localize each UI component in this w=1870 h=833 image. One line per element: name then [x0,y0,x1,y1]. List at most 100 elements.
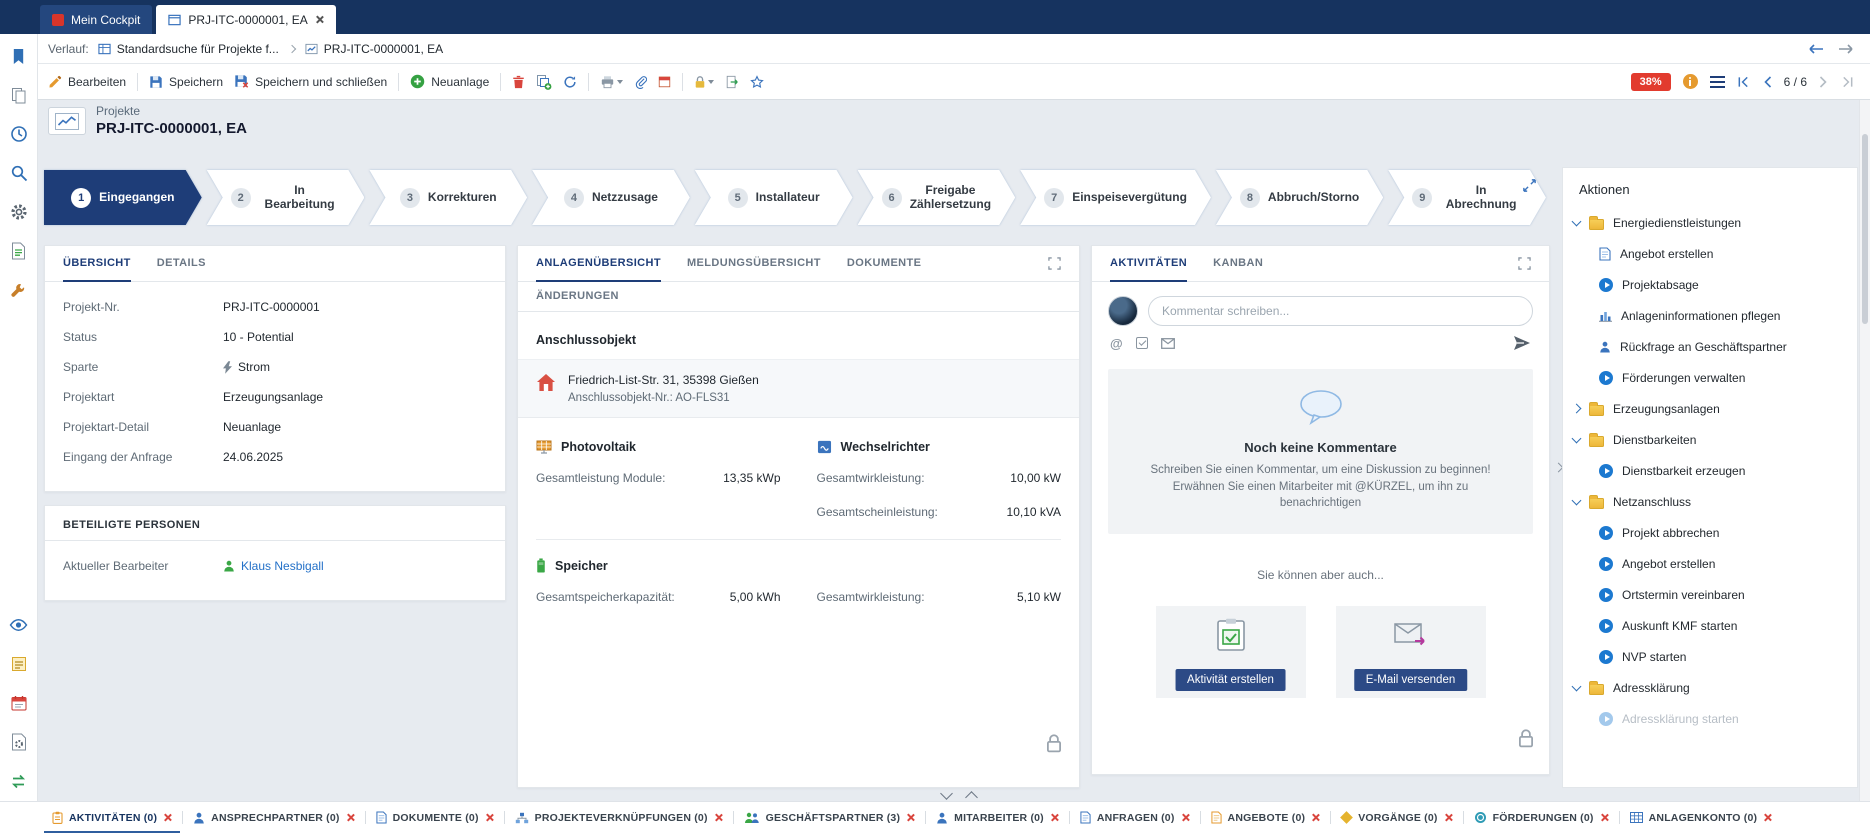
action-group-dienstbarkeiten[interactable]: Dienstbarkeiten [1563,424,1857,455]
create-activity-card[interactable]: Aktivität erstellen [1156,606,1306,698]
settings-icon[interactable] [8,202,30,222]
close-icon[interactable] [346,813,355,822]
step-korrekturen[interactable]: 3Korrekturen [369,170,527,225]
task-icon[interactable] [1136,337,1148,349]
tab-details[interactable]: DETAILS [157,247,206,282]
action-group-energiedienstleistungen[interactable]: Energiedienstleistungen [1563,207,1857,238]
scrollbar-thumb[interactable] [1862,134,1868,324]
save-close-button[interactable]: Speichern und schließen [234,74,387,89]
send-email-card[interactable]: E-Mail versenden [1336,606,1486,698]
calendar-icon[interactable] [8,693,30,713]
action-item[interactable]: NVP starten [1563,641,1857,672]
locked-indicator-icon[interactable] [1517,728,1535,748]
action-group-adressklaerung[interactable]: Adressklärung [1563,672,1857,703]
serial-letter-icon[interactable] [658,75,671,88]
action-group-erzeugungsanlagen[interactable]: Erzeugungsanlagen [1563,393,1857,424]
copy-new-icon[interactable] [536,74,552,90]
breadcrumb-search[interactable]: Standardsuche für Projekte f... [98,42,279,56]
bottom-tab-dokumente[interactable]: DOKUMENTE (0) [368,802,502,833]
delete-icon[interactable] [512,75,525,89]
action-item[interactable]: Angebot erstellen [1563,548,1857,579]
action-item[interactable]: Rückfrage an Geschäftspartner [1563,331,1857,362]
close-icon[interactable] [1311,813,1320,822]
step-eingegangen[interactable]: 1Eingegangen [44,170,202,225]
transfer-icon[interactable] [8,771,30,791]
tab-project-record[interactable]: PRJ-ITC-0000001, EA [156,5,335,34]
bottom-tab-projekteverknuepfungen[interactable]: PROJEKTEVERKNÜPFUNGEN (0) [507,802,731,833]
previous-record-icon[interactable] [1762,76,1772,88]
notes-icon[interactable] [8,654,30,674]
attachment-icon[interactable] [634,75,647,89]
vertical-scrollbar[interactable] [1859,100,1870,801]
tab-dokumente[interactable]: DOKUMENTE [847,247,922,282]
mention-icon[interactable] [1110,336,1123,351]
print-icon[interactable] [600,75,623,89]
document-icon[interactable] [8,241,30,261]
info-icon[interactable] [1683,74,1698,89]
close-icon[interactable] [906,813,915,822]
bottom-tab-foerderungen[interactable]: FÖRDERUNGEN (0) [1466,802,1617,833]
bottom-tab-anfragen[interactable]: ANFRAGEN (0) [1072,802,1198,833]
bottom-tab-aktivitaeten[interactable]: AKTIVITÄTEN (0) [44,802,180,833]
action-item[interactable]: Auskunft KMF starten [1563,610,1857,641]
action-item[interactable]: Anlageninformationen pflegen [1563,300,1857,331]
step-einspeiseverguetung[interactable]: 7Einspeisevergütung [1020,170,1211,225]
report-icon[interactable] [8,732,30,752]
send-email-button[interactable]: E-Mail versenden [1354,669,1467,691]
connection-object-address[interactable]: Friedrich-List-Str. 31, 35398 Gießen Ans… [518,360,1079,418]
step-abbruch-storno[interactable]: 8Abbruch/Storno [1216,170,1383,225]
next-record-icon[interactable] [1819,76,1829,88]
tab-uebersicht[interactable]: ÜBERSICHT [63,247,131,282]
refresh-icon[interactable] [563,75,577,89]
close-icon[interactable] [714,813,723,822]
bottom-tab-angebote[interactable]: ANGEBOTE (0) [1203,802,1329,833]
bottom-tab-ansprechpartner[interactable]: ANSPRECHPARTNER (0) [185,802,362,833]
expand-panel-icon[interactable] [1048,257,1061,270]
create-activity-button[interactable]: Aktivität erstellen [1175,669,1286,691]
current-editor-link[interactable]: Klaus Nesbigall [241,559,324,573]
close-icon[interactable] [1763,813,1772,822]
avatar[interactable] [1108,296,1138,326]
export-icon[interactable] [725,75,739,89]
first-record-icon[interactable] [1737,76,1750,88]
edit-button[interactable]: Bearbeiten [48,75,126,89]
search-icon[interactable] [8,163,30,183]
history-icon[interactable] [8,124,30,144]
tab-meldungsuebersicht[interactable]: MELDUNGSÜBERSICHT [687,247,821,282]
action-group-netzanschluss[interactable]: Netzanschluss [1563,486,1857,517]
save-button[interactable]: Speichern [149,75,223,89]
tab-mein-cockpit[interactable]: Mein Cockpit [40,5,152,34]
step-netzzusage[interactable]: 4Netzzusage [532,170,690,225]
tab-aenderungen[interactable]: ÄNDERUNGEN [536,283,619,312]
favorite-icon[interactable] [750,75,764,89]
mail-icon[interactable] [1161,338,1175,349]
bottom-tab-anlagenkonto[interactable]: ANLAGENKONTO (0) [1622,802,1781,833]
action-item[interactable]: Ortstermin vereinbaren [1563,579,1857,610]
close-icon[interactable] [1444,813,1453,822]
tab-anlagenuebersicht[interactable]: ANLAGENÜBERSICHT [536,247,661,282]
close-icon[interactable] [1050,813,1059,822]
step-in-bearbeitung[interactable]: 2In Bearbeitung [207,170,365,225]
expand-stepper-icon[interactable] [1522,178,1537,193]
action-item[interactable]: Projekt abbrechen [1563,517,1857,548]
action-item[interactable]: Förderungen verwalten [1563,362,1857,393]
tools-icon[interactable] [8,280,30,300]
action-item[interactable]: Angebot erstellen [1563,238,1857,269]
menu-icon[interactable] [1710,76,1725,88]
create-button[interactable]: Neuanlage [410,74,489,89]
collapse-bottom-icon[interactable] [940,787,953,800]
watchlist-icon[interactable] [8,615,30,635]
nav-forward-icon[interactable] [1838,43,1854,55]
expand-panel-icon[interactable] [1518,257,1531,270]
close-icon[interactable] [1181,813,1190,822]
breadcrumb-record[interactable]: PRJ-ITC-0000001, EA [305,42,443,56]
comment-input[interactable] [1148,296,1533,326]
copy-icon[interactable] [8,85,30,105]
bottom-tab-vorgaenge[interactable]: VORGÄNGE (0) [1333,802,1460,833]
nav-back-icon[interactable] [1808,43,1824,55]
action-item[interactable]: Projektabsage [1563,269,1857,300]
send-icon[interactable] [1513,335,1531,351]
close-icon[interactable] [315,15,324,24]
last-record-icon[interactable] [1841,76,1854,88]
step-freigabe-zaehlersetzung[interactable]: 6Freigabe Zählersetzung [858,170,1016,225]
